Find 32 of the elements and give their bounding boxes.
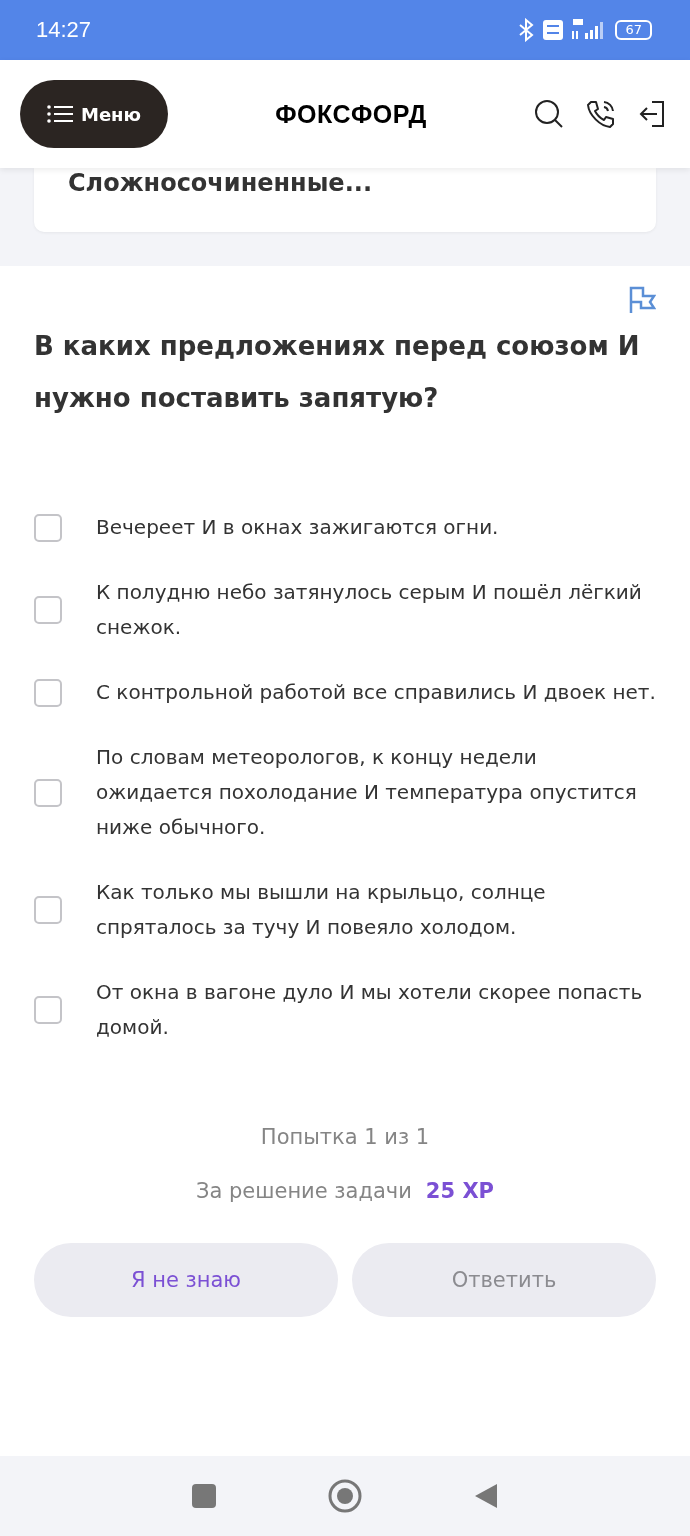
attempt-counter: Попытка 1 из 1: [259, 1125, 431, 1149]
reward-value: 25 XP: [425, 1179, 494, 1203]
bluetooth-icon: [517, 18, 536, 42]
recents-icon[interactable]: [191, 1483, 217, 1509]
question-text: В каких предложениях перед союзом И нужно поставить запятую?: [34, 330, 641, 415]
checkbox[interactable]: [34, 678, 62, 707]
action-button[interactable]: Я не знаю: [34, 1243, 338, 1317]
menu-button[interactable]: Меню: [20, 80, 168, 148]
checkbox[interactable]: [34, 513, 62, 542]
checkbox[interactable]: [34, 896, 62, 924]
menu-icon: [46, 105, 73, 123]
search-icon[interactable]: [534, 99, 564, 129]
topic-card[interactable]: Сложносочиненные...: [34, 168, 656, 232]
option-text[interactable]: К полудню небо затянулось серым И пошёл лёгкий снежок.: [96, 575, 656, 645]
logo[interactable]: ФОКСФОРД: [168, 99, 534, 129]
logout-icon[interactable]: [638, 100, 666, 128]
battery-level: 67: [615, 20, 652, 40]
phone-icon[interactable]: [586, 99, 616, 129]
reward-label: За решение задачи: [196, 1179, 412, 1203]
checkbox[interactable]: [34, 778, 62, 807]
checkbox[interactable]: [34, 596, 62, 624]
option-text[interactable]: От окна в вагоне дуло И мы хотели скорее попасть домой.: [96, 975, 656, 1045]
home-icon[interactable]: [327, 1478, 363, 1514]
option-text[interactable]: С контрольной работой все справились И двоек нет.: [96, 675, 656, 710]
option-text[interactable]: Вечереет И в окнах зажигаются огни.: [96, 510, 499, 545]
option-text[interactable]: Как только мы вышли на крыльцо, солнце спряталось за тучу И повеяло холодом.: [96, 875, 656, 945]
back-icon[interactable]: [473, 1482, 499, 1510]
checkbox[interactable]: [34, 996, 62, 1024]
flag-icon[interactable]: [628, 286, 656, 314]
option-text[interactable]: По словам метеорологов, к концу недели ожидается похолодание И температура опустится ниже обычного.: [96, 740, 656, 845]
topic-title: Сложносочиненные...: [68, 168, 373, 198]
status-time: 14:27: [36, 17, 92, 43]
